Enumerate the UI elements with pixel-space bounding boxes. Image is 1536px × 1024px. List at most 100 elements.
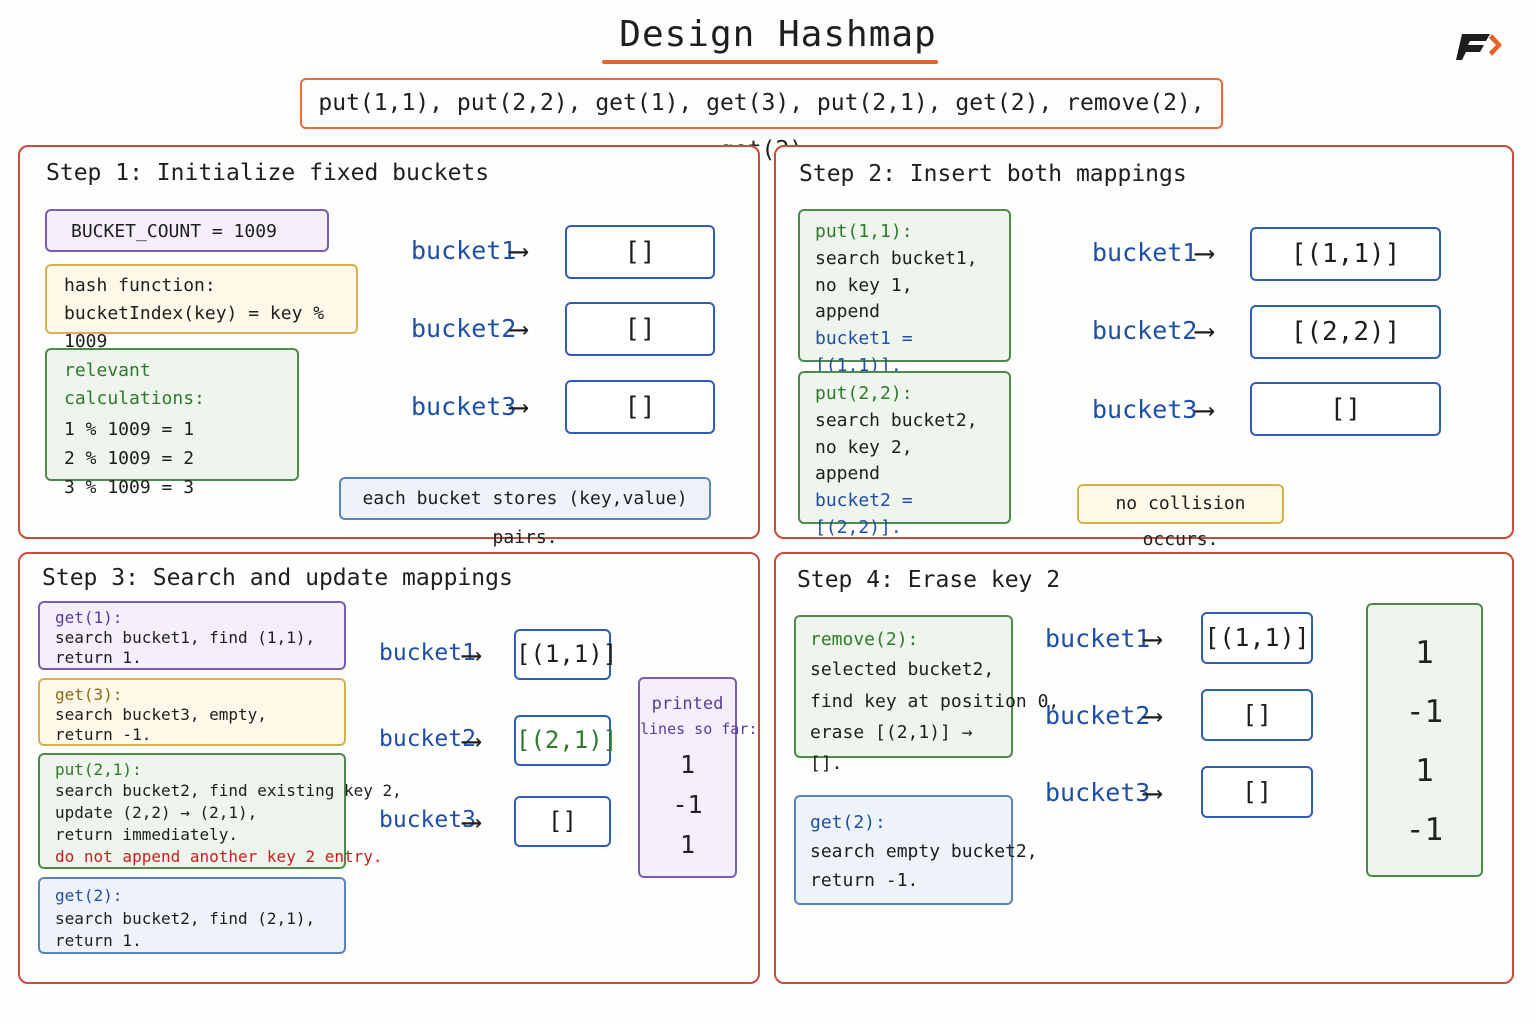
hash-function-box: hash function: bucketIndex(key) = key % … <box>45 264 358 352</box>
final-output-box: 1 -1 1 -1 <box>1366 603 1483 877</box>
step2-note: no collision occurs. <box>1077 484 1284 550</box>
step1-note: each bucket stores (key,value) pairs. <box>339 477 711 548</box>
step2-bucket2-box: [(2,2)] <box>1250 305 1441 359</box>
calculations-box: relevant calculations: 1 % 1009 = 1 2 % … <box>45 348 299 498</box>
remove2-line4: erase [(2,1)] → []. <box>810 722 973 774</box>
step2-bucket1-box: [(1,1)] <box>1250 227 1441 281</box>
calculation-1: 1 % 1009 = 1 <box>64 419 195 440</box>
step2-bucket3-label: bucket3 <box>1092 395 1198 424</box>
put22-line4: append <box>815 463 881 484</box>
printed-lines-title: printed <box>651 694 724 714</box>
step3-bucket2-label: bucket2 <box>379 726 476 752</box>
put11-line4: append <box>815 301 881 322</box>
calculation-2: 2 % 1009 = 2 <box>64 448 195 469</box>
page-title: Design Hashmap <box>619 14 937 55</box>
step4-bucket1-box: [(1,1)] <box>1201 612 1313 664</box>
remove2-line2: selected bucket2, <box>810 659 995 680</box>
step3-bucket1-box: [(1,1)] <box>514 629 617 680</box>
get3-heading: get(3): <box>55 685 123 704</box>
step3-bucket3-box: [] <box>514 796 611 847</box>
step1-bucket3-label: bucket3 <box>411 392 517 421</box>
step4-title: Step 4: Erase key 2 <box>797 567 1061 593</box>
remove2-line3: find key at position 0, <box>810 691 1060 712</box>
put11-line3: no key 1, <box>815 275 913 296</box>
step3-bucket2-box: [(2,1)] <box>514 715 617 766</box>
step3-bucket1-label: bucket1 <box>379 640 476 666</box>
printed-value-2: -1 <box>672 790 703 819</box>
get1-box: get(1): search bucket1, find (1,1), retu… <box>38 601 346 670</box>
get1-heading: get(1): <box>55 608 123 627</box>
step4-get2-heading: get(2): <box>810 812 886 833</box>
printed-value-3: 1 <box>679 830 696 859</box>
bucket-count-text: BUCKET_COUNT = 1009 <box>71 221 277 242</box>
step1-title: Step 1: Initialize fixed buckets <box>46 160 490 186</box>
get3-line3: return -1. <box>55 725 152 744</box>
put21-line3: update (2,2) → (2,1), <box>55 803 258 822</box>
step2-arrow-2: ⟶ <box>1196 314 1213 347</box>
step4-get2-line2: search empty bucket2, <box>810 841 1038 862</box>
step1-bucket2-label: bucket2 <box>411 314 517 343</box>
put22-line2: search bucket2, <box>815 410 978 431</box>
put21-line4: return immediately. <box>55 825 239 844</box>
final-output-2: -1 <box>1405 694 1444 730</box>
step2-arrow-3: ⟶ <box>1196 393 1213 426</box>
put21-heading: put(2,1): <box>55 760 142 779</box>
get2-heading: get(2): <box>55 886 123 905</box>
get1-line2: search bucket1, find (1,1), <box>55 628 316 647</box>
put22-heading: put(2,2): <box>815 383 913 404</box>
step1-bucket2-box: [] <box>565 302 715 356</box>
step3-arrow-2: ⟶ <box>463 724 480 757</box>
step1-bucket1-label: bucket1 <box>411 236 517 265</box>
step1-arrow-3: ⟶ <box>510 390 527 423</box>
remove2-box: remove(2): selected bucket2, find key at… <box>794 615 1060 774</box>
hash-function-title: hash function: <box>64 275 216 296</box>
calculations-title: relevant calculations: <box>64 360 205 409</box>
put22-line5: bucket2 = [(2,2)]. <box>815 490 913 538</box>
put11-heading: put(1,1): <box>815 221 913 242</box>
get2-box: get(2): search bucket2, find (2,1), retu… <box>38 877 346 954</box>
step4-bucket1-label: bucket1 <box>1045 624 1151 653</box>
step2-title: Step 2: Insert both mappings <box>799 161 1187 187</box>
printed-value-1: 1 <box>679 750 696 779</box>
step4-bucket2-box: [] <box>1201 689 1313 741</box>
step4-get2-line3: return -1. <box>810 870 919 891</box>
step1-bucket1-box: [] <box>565 225 715 279</box>
calculation-3: 3 % 1009 = 3 <box>64 477 195 498</box>
step4-arrow-2: ⟶ <box>1144 699 1161 732</box>
get2-line2: search bucket2, find (2,1), <box>55 909 316 928</box>
title-underline <box>602 60 938 64</box>
get3-box: get(3): search bucket3, empty, return -1… <box>38 678 346 746</box>
step4-arrow-1: ⟶ <box>1144 622 1161 655</box>
remove2-heading: remove(2): <box>810 629 919 650</box>
step3-bucket3-label: bucket3 <box>379 807 476 833</box>
step4-get2-box: get(2): search empty bucket2, return -1. <box>794 795 1038 905</box>
put11-box: put(1,1): search bucket1, no key 1, appe… <box>798 209 1011 376</box>
step4-bucket3-label: bucket3 <box>1045 778 1151 807</box>
step1-arrow-2: ⟶ <box>510 312 527 345</box>
step4-arrow-3: ⟶ <box>1144 776 1161 809</box>
final-output-3: 1 <box>1415 753 1434 789</box>
step1-bucket3-box: [] <box>565 380 715 434</box>
step3-arrow-3: ⟶ <box>463 805 480 838</box>
step2-bucket1-label: bucket1 <box>1092 238 1198 267</box>
step2-arrow-1: ⟶ <box>1196 236 1213 269</box>
step3-arrow-1: ⟶ <box>463 638 480 671</box>
put22-line3: no key 2, <box>815 437 913 458</box>
put22-box: put(2,2): search bucket2, no key 2, appe… <box>798 371 1011 538</box>
printed-lines-box: printed lines so far: 1 -1 1 <box>638 677 758 878</box>
get2-line3: return 1. <box>55 931 142 950</box>
bucket-count-box: BUCKET_COUNT = 1009 <box>45 209 329 252</box>
step2-bucket3-box: [] <box>1250 382 1441 436</box>
get3-line2: search bucket3, empty, <box>55 705 267 724</box>
step3-title: Step 3: Search and update mappings <box>42 565 513 591</box>
put11-line2: search bucket1, <box>815 248 978 269</box>
step4-bucket3-box: [] <box>1201 766 1313 818</box>
put21-line2: search bucket2, find existing key 2, <box>55 781 402 800</box>
step4-bucket2-label: bucket2 <box>1045 701 1151 730</box>
step2-bucket2-label: bucket2 <box>1092 316 1198 345</box>
printed-lines-subtitle: lines so far: <box>640 720 758 738</box>
step1-arrow-1: ⟶ <box>510 234 527 267</box>
operations-sequence: put(1,1), put(2,2), get(1), get(3), put(… <box>300 78 1223 163</box>
get1-line3: return 1. <box>55 648 142 667</box>
final-output-4: -1 <box>1405 812 1444 848</box>
